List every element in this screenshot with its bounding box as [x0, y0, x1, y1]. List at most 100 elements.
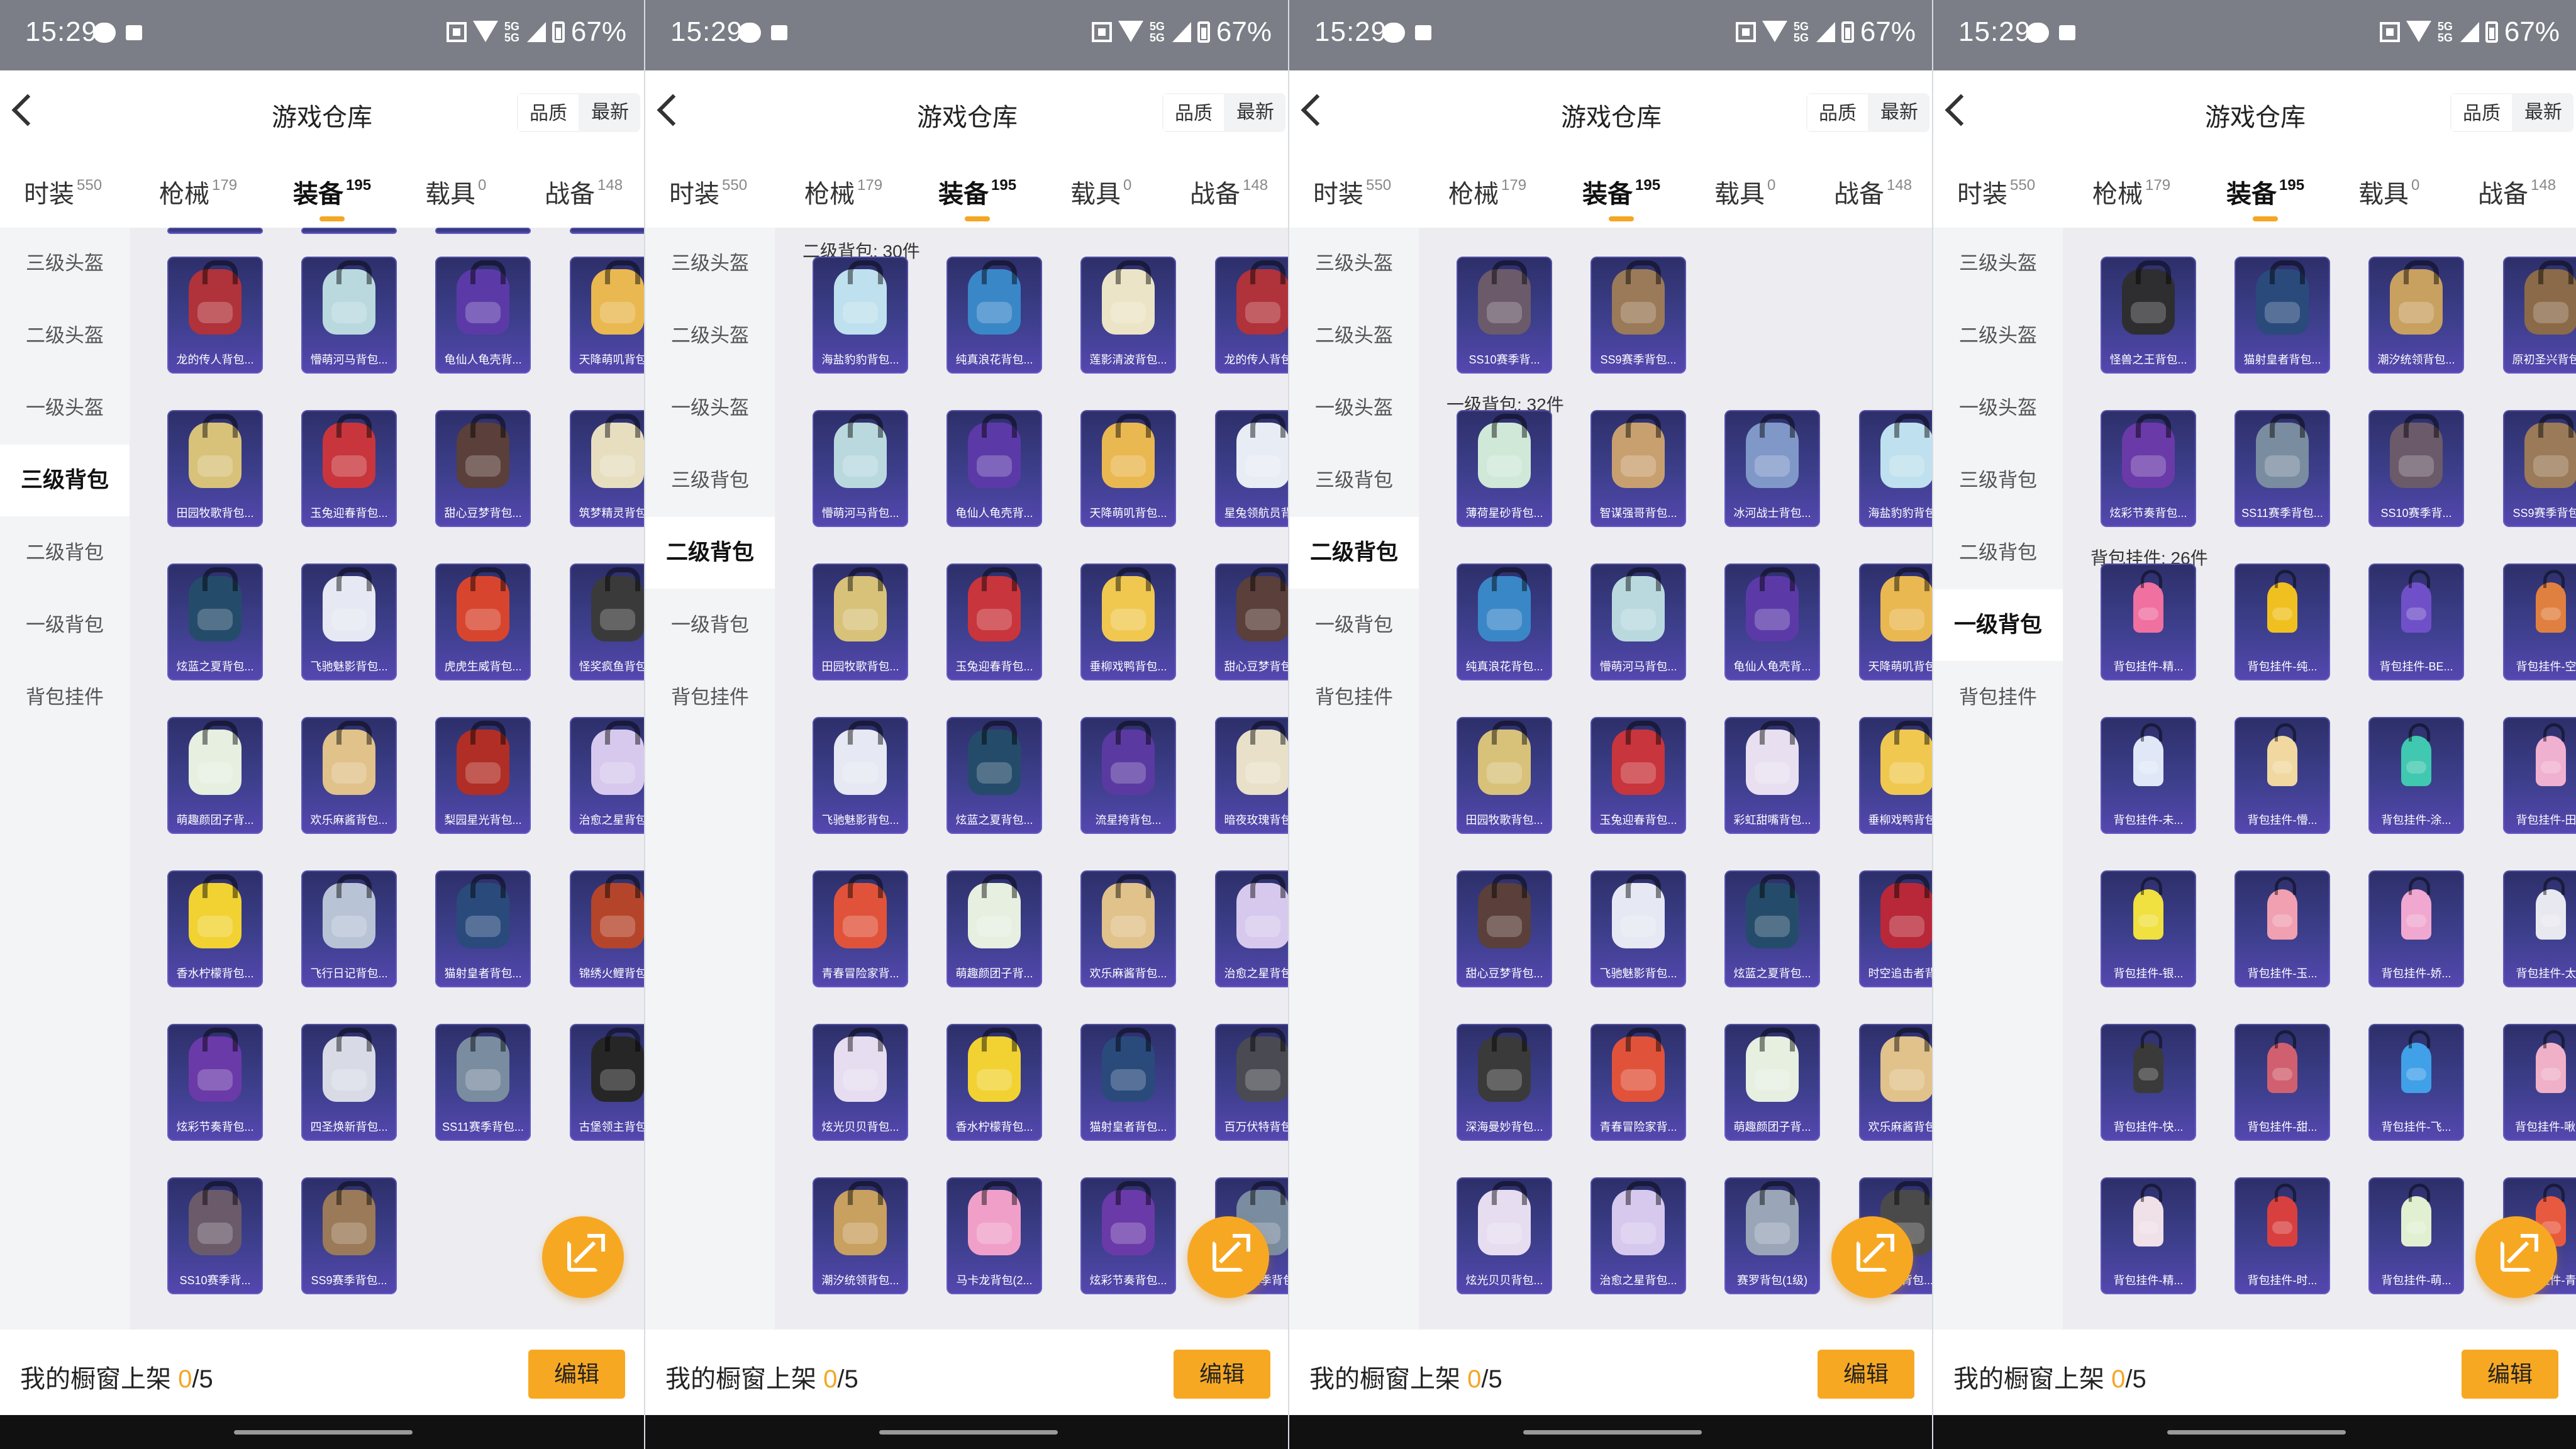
- item-card[interactable]: 懵萌河马背包...: [813, 410, 908, 527]
- item-card[interactable]: 欢乐麻酱背包...: [1859, 1024, 1932, 1141]
- share-button[interactable]: [2475, 1216, 2557, 1298]
- item-card[interactable]: 原初圣兴背包...: [2503, 257, 2576, 374]
- tab-0[interactable]: 时装 550: [24, 174, 102, 210]
- item-card[interactable]: 猫射皇者背包...: [2235, 257, 2330, 374]
- item-card[interactable]: 玉兔迎春背包...: [1591, 717, 1686, 834]
- tab-1[interactable]: 枪械 179: [804, 174, 882, 210]
- sidebar-item[interactable]: 三级背包: [1933, 445, 2063, 516]
- item-card[interactable]: 背包挂件-啾啾: [2503, 1024, 2576, 1141]
- gesture-bar[interactable]: [2167, 1430, 2346, 1435]
- item-card[interactable]: 青春冒险家背...: [1591, 1024, 1686, 1141]
- item-card[interactable]: 筑梦精灵背包...: [570, 410, 644, 527]
- item-card[interactable]: 香水柠檬背包...: [167, 870, 263, 987]
- item-card[interactable]: 背包挂件-精...: [2101, 564, 2196, 680]
- item-card[interactable]: 飞驰魅影背包...: [813, 717, 908, 834]
- item-card[interactable]: SS10赛季背...: [2368, 410, 2464, 527]
- sidebar-item[interactable]: 二级头盔: [0, 300, 130, 372]
- item-card[interactable]: 怪兽之王背包...: [2101, 257, 2196, 374]
- item-card[interactable]: 田园牧歌背包...: [813, 564, 908, 680]
- item-card[interactable]: 懵萌河马背包...: [301, 257, 397, 374]
- item-card[interactable]: 垂柳戏鸭背包...: [1859, 717, 1932, 834]
- tab-2[interactable]: 装备 195: [1582, 174, 1660, 221]
- item-card[interactable]: 炫光贝贝背包...: [813, 1024, 908, 1141]
- sidebar-item[interactable]: 三级背包: [645, 445, 775, 516]
- item-card[interactable]: 背包挂件-纯...: [2235, 564, 2330, 680]
- tab-4[interactable]: 战备 148: [1190, 174, 1268, 210]
- item-card[interactable]: 海盐豹豹背包...: [1859, 410, 1932, 527]
- sidebar-item[interactable]: 二级背包: [1289, 517, 1419, 589]
- sort-quality-button[interactable]: 品质: [517, 93, 580, 132]
- item-card[interactable]: 猫射皇者背包...: [1080, 1024, 1176, 1141]
- item-card[interactable]: 背包挂件-田...: [2503, 717, 2576, 834]
- item-card[interactable]: 背包挂件-快...: [2101, 1024, 2196, 1141]
- item-card[interactable]: 背包挂件-精...: [2101, 1177, 2196, 1294]
- sort-quality-button[interactable]: 品质: [1806, 93, 1869, 132]
- item-card[interactable]: 背包挂件-时...: [2235, 1177, 2330, 1294]
- item-card[interactable]: 欢乐麻酱背包...: [301, 717, 397, 834]
- item-card[interactable]: 背包挂件-懵...: [2235, 717, 2330, 834]
- item-card[interactable]: SS9赛季背包...: [2503, 410, 2576, 527]
- sidebar-item[interactable]: 背包挂件: [0, 662, 130, 733]
- item-card[interactable]: 甜心豆梦背包...: [1215, 564, 1288, 680]
- item-card[interactable]: 龟仙人龟壳背...: [1724, 564, 1820, 680]
- item-card[interactable]: 背包挂件-未...: [2101, 717, 2196, 834]
- item-card[interactable]: 背包挂件-空...: [2503, 564, 2576, 680]
- sort-quality-button[interactable]: 品质: [2450, 93, 2513, 132]
- item-card[interactable]: 猫射皇者背包...: [435, 870, 531, 987]
- item-card[interactable]: 背包挂件-涂...: [2368, 717, 2464, 834]
- sidebar-item[interactable]: 一级背包: [645, 589, 775, 661]
- item-card[interactable]: 纯真浪花背包...: [947, 257, 1042, 374]
- item-card[interactable]: 飞驰魅影背包...: [301, 564, 397, 680]
- item-card[interactable]: 炫蓝之夏背包...: [1724, 870, 1820, 987]
- tab-1[interactable]: 枪械 179: [2092, 174, 2170, 210]
- item-card[interactable]: 潮汐统领背包...: [813, 1177, 908, 1294]
- item-card[interactable]: 时空追击者背...: [1859, 870, 1932, 987]
- tab-3[interactable]: 载具 0: [1714, 174, 1775, 210]
- edit-button[interactable]: 编辑: [1174, 1350, 1270, 1399]
- item-card[interactable]: 欢乐麻酱背包...: [1080, 870, 1176, 987]
- item-card[interactable]: 玉兔迎春背包...: [301, 410, 397, 527]
- sidebar-item[interactable]: 二级头盔: [645, 300, 775, 372]
- sidebar-item[interactable]: 一级头盔: [645, 372, 775, 444]
- tab-1[interactable]: 枪械 179: [1448, 174, 1526, 210]
- sidebar-item[interactable]: 一级背包: [1289, 589, 1419, 661]
- sidebar-item[interactable]: 二级背包: [1933, 517, 2063, 589]
- sidebar-item[interactable]: 三级头盔: [645, 228, 775, 299]
- tab-3[interactable]: 载具 0: [1070, 174, 1131, 210]
- item-card[interactable]: 潮汐统领背包...: [2368, 257, 2464, 374]
- item-card[interactable]: 莲影清波背包...: [1080, 257, 1176, 374]
- item-card[interactable]: 纯真浪花背包...: [1457, 564, 1552, 680]
- item-card[interactable]: 炫彩节奏背包...: [1080, 1177, 1176, 1294]
- item-card[interactable]: 马卡龙背包(2...: [947, 1177, 1042, 1294]
- sidebar-item[interactable]: 一级头盔: [0, 372, 130, 444]
- tab-2[interactable]: 装备 195: [938, 174, 1016, 221]
- item-card[interactable]: SS11赛季背包...: [435, 1024, 531, 1141]
- tab-4[interactable]: 战备 148: [1834, 174, 1912, 210]
- sidebar-item[interactable]: 三级头盔: [0, 228, 130, 299]
- item-card[interactable]: 背包挂件-玉...: [2235, 870, 2330, 987]
- item-card[interactable]: 青春冒险家背...: [813, 870, 908, 987]
- tab-3[interactable]: 载具 0: [2358, 174, 2419, 210]
- item-card[interactable]: 治愈之星背包...: [1591, 1177, 1686, 1294]
- item-card[interactable]: 深海曼妙背包...: [1457, 1024, 1552, 1141]
- item-card[interactable]: 龟仙人龟壳背...: [947, 410, 1042, 527]
- item-card[interactable]: 背包挂件-太...: [2503, 870, 2576, 987]
- share-button[interactable]: [1187, 1216, 1269, 1298]
- item-card[interactable]: 锦绣火鲤背包...: [570, 870, 644, 987]
- item-card[interactable]: SS9赛季背包...: [1591, 257, 1686, 374]
- item-card[interactable]: 背包挂件-萌...: [2368, 1177, 2464, 1294]
- sidebar-item[interactable]: 背包挂件: [1933, 662, 2063, 733]
- item-card[interactable]: 背包挂件-飞...: [2368, 1024, 2464, 1141]
- item-card[interactable]: 龟仙人龟壳背...: [435, 257, 531, 374]
- item-card[interactable]: 冰河战士背包...: [1724, 410, 1820, 527]
- item-card[interactable]: 怪奖疯鱼背包...: [570, 564, 644, 680]
- item-card[interactable]: 梨园星光背包...: [435, 717, 531, 834]
- item-card[interactable]: 香水柠檬背包...: [947, 1024, 1042, 1141]
- item-card[interactable]: 天降萌叽背包...: [1859, 564, 1932, 680]
- sidebar-item[interactable]: 二级背包: [0, 517, 130, 589]
- item-card[interactable]: 薄荷星砂背包...: [1457, 410, 1552, 527]
- item-card[interactable]: 背包挂件-银...: [2101, 870, 2196, 987]
- item-card[interactable]: 垂柳戏鸭背包...: [1080, 564, 1176, 680]
- item-card[interactable]: 萌趣颜团子背...: [1724, 1024, 1820, 1141]
- sort-newest-button[interactable]: 最新: [580, 93, 640, 132]
